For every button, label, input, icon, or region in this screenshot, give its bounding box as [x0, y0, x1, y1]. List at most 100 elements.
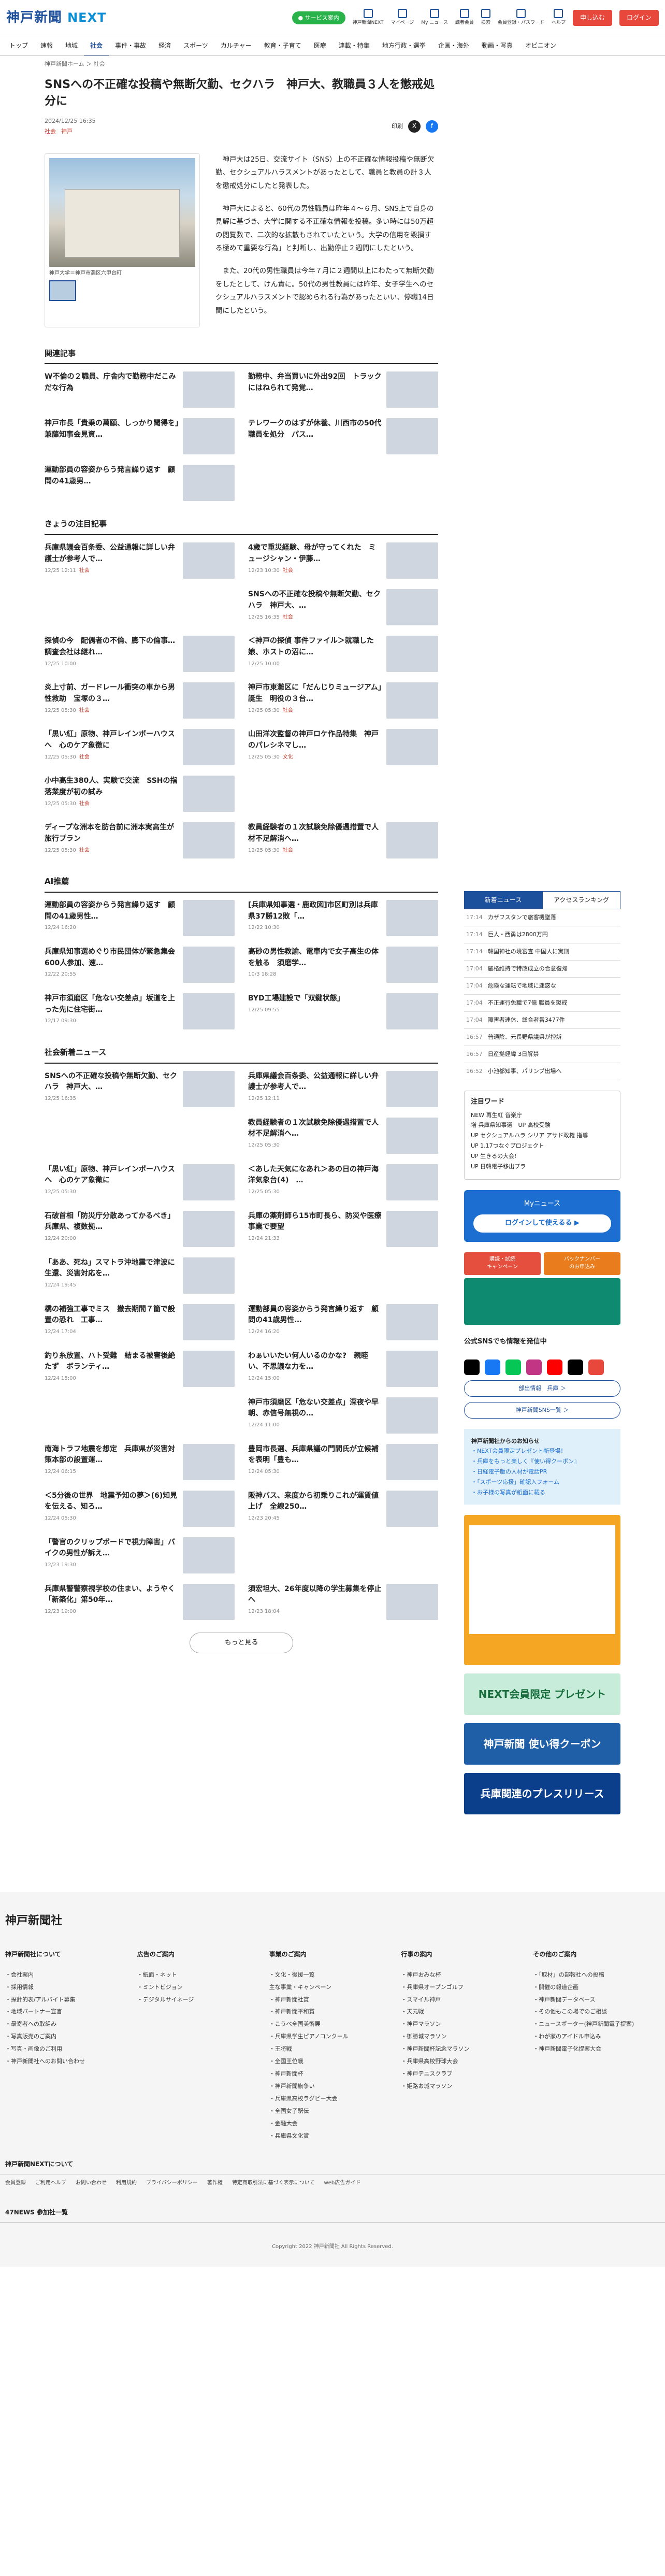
footer-next-link[interactable]: 著作権	[207, 2180, 223, 2187]
news-headline[interactable]: 4歳で重災経験、母が守ってくれた ミュージシャン・伊藤…	[248, 543, 376, 563]
news-card[interactable]: SNSへの不正確な投稿や無断欠勤、セクハラ 神戸大、… 12/25 16:35 社会	[248, 589, 438, 627]
news-card[interactable]: 阪神バス、来度から初乗りこれが運賃値上げ 全線250… 12/23 20:45	[248, 1490, 438, 1529]
news-card[interactable]: 神戸市長「貴乗の萬願、しっかり聞得を」兼藤知事会見資…	[45, 418, 235, 456]
news-card[interactable]: 石破首相「防災庁分散あってかるべき」兵庫県、複数拠… 12/24 20:00	[45, 1210, 235, 1249]
news-thumbnail[interactable]	[386, 589, 438, 626]
news-card[interactable]: 兵庫県議会百条委、公益通報に詳しい弁護士が参考人で… 12/25 12:11	[248, 1070, 438, 1109]
footer-link[interactable]: ・神戸新聞旗争い	[269, 2082, 396, 2091]
ranking-item[interactable]: 17:04 危険な運転で地域に迷惑な	[464, 978, 620, 995]
news-thumbnail[interactable]	[386, 822, 438, 859]
footer-link[interactable]: ・天元戦	[401, 2008, 528, 2016]
news-card[interactable]: 運動部員の容姿からう発言繰り返す 顧問の41歳男性… 12/24 16:20	[248, 1304, 438, 1342]
news-thumbnail[interactable]	[386, 542, 438, 579]
news-headline[interactable]: SNSへの不正確な投稿や無断欠勤、セクハラ 神戸大、…	[248, 590, 381, 610]
news-headline[interactable]: 高砂の男性教諭、電車内で女子高生の体を触る 須磨学…	[248, 948, 379, 967]
banner-backnumber[interactable]: バックナンバー のお申込み	[544, 1252, 620, 1275]
nav-item-4[interactable]: 事件・事故	[109, 41, 152, 50]
news-thumbnail[interactable]	[386, 371, 438, 408]
news-thumbnail[interactable]	[386, 1443, 438, 1480]
footer-link[interactable]: ・写真販売のご案内	[5, 2033, 132, 2041]
news-card[interactable]: 「警官のクリップボードで視力障害」バイクの男性が訴え… 12/23 19:30	[45, 1537, 235, 1576]
news-headline[interactable]: 阪神バス、来度から初乗りこれが運賃値上げ 全線250…	[248, 1492, 379, 1511]
notice-link[interactable]: ・お子様の写真が紙面に載る	[471, 1489, 545, 1496]
ranking-item[interactable]: 17:04 障害者連休、総合者番3477件	[464, 1012, 620, 1029]
news-card[interactable]: 兵庫の薬剤師ら15市町長ら、防災や医療事業で要望 12/24 21:33	[248, 1210, 438, 1249]
ranking-title[interactable]: 巨人・西勇は2800万円	[488, 931, 548, 939]
footer-link[interactable]: ・わが家のアイドル申込み	[533, 2033, 660, 2041]
footer-link[interactable]: ・御勝城マラソン	[401, 2033, 528, 2041]
nav-item-2[interactable]: 地域	[59, 41, 84, 50]
footer-link[interactable]: ・神戸新聞社へのお問い合わせ	[5, 2057, 132, 2066]
tab-new[interactable]: 新着ニュース	[464, 891, 542, 910]
news-headline[interactable]: 神戸市東灘区に「だんじりミュージアム」誕生 明役の３台…	[248, 683, 382, 703]
news-category[interactable]: 社会	[283, 848, 293, 853]
x-share-icon[interactable]: X	[408, 120, 421, 133]
keyword-item[interactable]: UP セクシュアルハラ シリア アサド政権 指導	[471, 1132, 614, 1140]
news-headline[interactable]: W不倫の２職員、庁舎内で勤務中だこみだな行為	[45, 373, 176, 392]
news-headline[interactable]: 神戸市須磨区「危ない交差点」坂道を上った先に住宅街…	[45, 994, 175, 1014]
news-headline[interactable]: ＜神戸の探偵 事件ファイル＞就職した娘、ホストの沼に…	[248, 637, 374, 656]
footer-next-link[interactable]: 会員登録	[5, 2180, 26, 2187]
footer-link[interactable]: ・採用情報	[5, 1983, 132, 1992]
news-thumbnail[interactable]	[386, 418, 438, 455]
ranking-title[interactable]: 危険な運転で地域に迷惑な	[488, 982, 556, 990]
news-headline[interactable]: わぁいいたい何人いるのかな? 親睦い、不思議な力を…	[248, 1352, 368, 1371]
news-headline[interactable]: 釣り糸放置、ハト受難 結まる被害後絶たず ボランティ…	[45, 1352, 175, 1371]
ranking-title[interactable]: カザフスタンで旅客機墜落	[488, 913, 556, 922]
news-headline[interactable]: 神戸市長「貴乗の萬願、しっかり聞得を」兼藤知事会見資…	[45, 419, 179, 439]
ranking-item[interactable]: 16:52 小池都知事、パリンプ出場へ	[464, 1063, 620, 1080]
news-headline[interactable]: 山田洋次監督の神戸ロケ作品特集 神戸のパレシネマし…	[248, 730, 379, 750]
footer-link[interactable]: ・スマイル神戸	[401, 1996, 528, 2004]
news-headline[interactable]: ＜5分後の世界 地震予知の夢＞(6)知見を伝える、知ろ…	[45, 1492, 177, 1511]
footer-link[interactable]: ・神戸テニスクラブ	[401, 2070, 528, 2078]
nav-item-10[interactable]: 連載・特集	[332, 41, 376, 50]
ranking-title[interactable]: 小池都知事、パリンプ出場へ	[488, 1067, 562, 1076]
footer-link[interactable]: ・王将戦	[269, 2045, 396, 2053]
notice-link[interactable]: ・兵庫をもっと楽しく『使い得クーポン』	[471, 1458, 580, 1465]
ranking-title[interactable]: 日産拠経緯 3日解禁	[488, 1050, 539, 1058]
news-card[interactable]: BYD工場建設で「双鍵状態」 12/25 09:55	[248, 993, 438, 1032]
photo-image[interactable]	[49, 158, 195, 267]
footer-link[interactable]: ・神戸新聞データベース	[533, 1996, 660, 2004]
coupon-banner[interactable]: 神戸新聞 使い得クーポン	[464, 1723, 620, 1765]
news-card[interactable]: 探偵の今 配偶者の不倫、膨下の倫事…調査会社は継れ… 12/25 10:00	[45, 636, 235, 674]
footer-link[interactable]: ・神戸新聞電子化提案大会	[533, 2045, 660, 2053]
news-headline[interactable]: 運動部員の容姿からう発言繰り返す 顧問の41歳男性…	[248, 1305, 379, 1325]
footer-link[interactable]: ・ニュースポーター(神戸新聞電子提案)	[533, 2020, 660, 2028]
follow-link[interactable]: 神戸新聞SNS一覧 ＞	[464, 1401, 620, 1419]
nav-item-13[interactable]: 動画・写真	[475, 41, 519, 50]
keyword-item[interactable]: 増 兵庫県知事選 UP 高校受験	[471, 1121, 614, 1129]
news-headline[interactable]: 須宏坦大、26年度以降の学生募集を停止へ	[248, 1585, 381, 1605]
more-button[interactable]: もっと見る	[190, 1632, 293, 1654]
footer-link[interactable]: ・会社案内	[5, 1971, 132, 1979]
news-card[interactable]: ＜あした天気になあれ＞あの日の神戸海洋気象台(4) … 12/25 05:30	[248, 1164, 438, 1203]
news-category[interactable]: 社会	[79, 708, 90, 713]
ranking-item[interactable]: 17:14 カザフスタンで旅客機墜落	[464, 909, 620, 927]
news-card[interactable]: 炎上寸前、ガードレール衝突の車から男性救助 宝塚の３… 12/25 05:30 社会	[45, 682, 235, 721]
footer-link[interactable]: ・神戸新聞社賞	[269, 1996, 396, 2004]
prtimes-banner[interactable]: 兵庫関連のプレスリリース	[464, 1773, 620, 1815]
footer-link[interactable]: ・神戸マラソン	[401, 2020, 528, 2028]
ranking-item[interactable]: 16:57 日産拠経緯 3日解禁	[464, 1046, 620, 1063]
ranking-item[interactable]: 17:14 巨人・西勇は2800万円	[464, 926, 620, 944]
subscribe-button[interactable]: 申し込む	[572, 9, 612, 26]
footer-link[interactable]: ・兵庫県文化賞	[269, 2132, 396, 2140]
nav-item-1[interactable]: 速報	[34, 41, 59, 50]
notice-link[interactable]: ・日経電子版の人材が電話PR	[471, 1468, 547, 1475]
keyword-item[interactable]: UP 日韓電子移出プラ	[471, 1163, 614, 1171]
news-card[interactable]: W不倫の２職員、庁舎内で勤務中だこみだな行為	[45, 371, 235, 410]
header-icon-member[interactable]: 読者会員	[455, 9, 474, 26]
news-headline[interactable]: 石破首相「防災庁分散あってかるべき」兵庫県、複数拠…	[45, 1212, 175, 1232]
rss-icon[interactable]	[588, 1359, 604, 1375]
ranking-title[interactable]: 不正運行免職で7億 職員を懲戒	[488, 999, 568, 1007]
instagram-icon[interactable]	[526, 1359, 542, 1375]
facebook-share-icon[interactable]: f	[426, 120, 438, 133]
notice-link[interactable]: ・「スポーツ応援」確認入フォーム	[471, 1479, 559, 1485]
ranking-item[interactable]: 16:57 普通陰、元長野県議県が控訴	[464, 1029, 620, 1046]
footer-link[interactable]: ・「取材」の部報社への投稿	[533, 1971, 660, 1979]
news-card[interactable]	[45, 1397, 235, 1436]
header-icon-search[interactable]: 検索	[481, 9, 490, 26]
footer-next-link[interactable]: お問い合わせ	[76, 2180, 107, 2187]
footer-link[interactable]: ・金融大会	[269, 2120, 396, 2128]
news-card[interactable]: 運動部員の容姿からう発言繰り返す 顧問の41歳男…	[45, 465, 235, 503]
